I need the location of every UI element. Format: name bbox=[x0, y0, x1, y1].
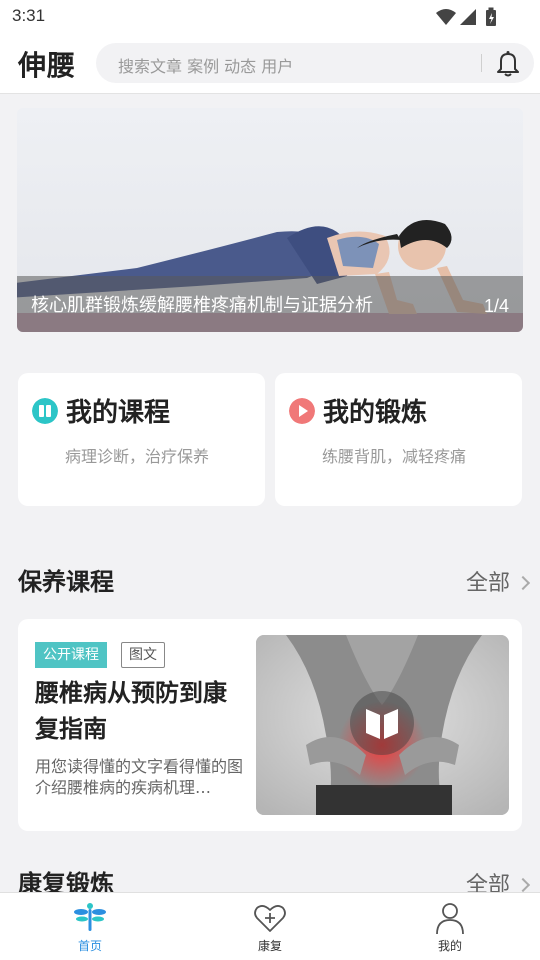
app-title: 伸腰 bbox=[18, 49, 77, 82]
public-course-tag: 公开课程 bbox=[35, 642, 107, 668]
bottom-nav: 首页 康复 我的 bbox=[0, 892, 540, 960]
signal-icon bbox=[460, 9, 476, 25]
nav-rehab-label: 康复 bbox=[257, 939, 282, 953]
care-see-all-label: 全部 bbox=[465, 571, 510, 596]
banner-caption: 核心肌群锻炼缓解腰椎疼痛机制与证据分析 bbox=[31, 295, 373, 316]
user-icon bbox=[436, 903, 464, 935]
app-header: 伸腰 搜索文章 案例 动态 用户 bbox=[0, 34, 540, 94]
care-courses-see-all[interactable]: 全部 bbox=[465, 565, 531, 597]
nav-profile[interactable]: 我的 bbox=[390, 893, 510, 960]
chevron-right-icon bbox=[515, 575, 531, 591]
course-description: 用您读得懂的文字看得懂的图介绍腰椎病的疾病机理… bbox=[35, 757, 244, 797]
back-pain-image bbox=[256, 635, 509, 815]
banner-carousel[interactable]: 核心肌群锻炼缓解腰椎疼痛机制与证据分析 1/4 bbox=[17, 108, 523, 332]
search-divider bbox=[481, 54, 482, 72]
wifi-icon bbox=[436, 9, 456, 25]
status-icons bbox=[436, 7, 496, 26]
content-type-tag: 图文 bbox=[121, 642, 165, 668]
play-icon bbox=[289, 398, 315, 424]
my-exercises-card[interactable]: 我的锻炼 练腰背肌，减轻疼痛 bbox=[275, 373, 522, 506]
my-courses-subtitle: 病理诊断，治疗保养 bbox=[65, 447, 210, 466]
nav-home-label: 首页 bbox=[77, 939, 102, 953]
search-input[interactable]: 搜索文章 案例 动态 用户 bbox=[96, 43, 534, 83]
banner-page-counter: 1/4 bbox=[483, 296, 509, 316]
dragonfly-icon bbox=[74, 903, 106, 931]
my-courses-title: 我的课程 bbox=[66, 398, 171, 428]
nav-home[interactable]: 首页 bbox=[30, 893, 150, 960]
course-card[interactable]: 公开课程 图文 腰椎病从预防到康复指南 用您读得懂的文字看得懂的图介绍腰椎病的疾… bbox=[18, 619, 522, 831]
heart-plus-icon bbox=[254, 905, 286, 932]
my-courses-card[interactable]: 我的课程 病理诊断，治疗保养 bbox=[18, 373, 265, 506]
my-exercises-title: 我的锻炼 bbox=[323, 398, 428, 428]
status-time: 3:31 bbox=[12, 6, 46, 25]
my-exercises-subtitle: 练腰背肌，减轻疼痛 bbox=[322, 447, 467, 466]
care-courses-section-title: 保养课程 bbox=[18, 568, 114, 596]
course-thumbnail bbox=[256, 635, 509, 815]
book-icon bbox=[32, 398, 58, 424]
course-title: 腰椎病从预防到康复指南 bbox=[35, 679, 227, 743]
nav-rehab[interactable]: 康复 bbox=[210, 893, 330, 960]
chevron-right-icon bbox=[515, 877, 531, 893]
search-placeholder: 搜索文章 案例 动态 用户 bbox=[118, 57, 294, 76]
bell-icon[interactable] bbox=[492, 47, 524, 79]
status-bar: 3:31 bbox=[0, 0, 540, 34]
nav-profile-label: 我的 bbox=[437, 939, 462, 953]
